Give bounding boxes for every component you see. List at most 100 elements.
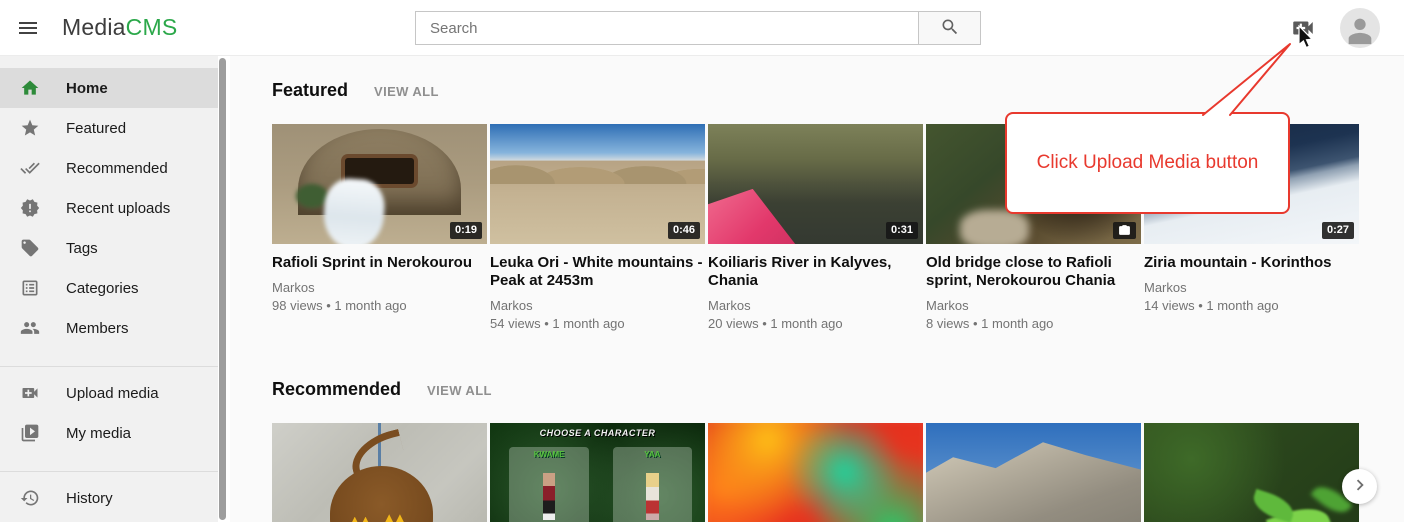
video-thumbnail[interactable] bbox=[272, 423, 487, 522]
recommended-row: CHOOSE A CHARACTER KWAME YAA Selected Se… bbox=[272, 423, 1404, 522]
view-all-link[interactable]: VIEW ALL bbox=[427, 383, 492, 398]
sidebar-item-label: Tags bbox=[66, 240, 98, 257]
video-card: 0:19 Rafioli Sprint in Nerokourou Markos… bbox=[272, 124, 487, 313]
recommended-section: Recommended VIEW ALL CHOOSE A CHARACTER … bbox=[272, 379, 1404, 522]
video-card: 0:31 Koiliaris River in Kalyves, Chania … bbox=[708, 124, 923, 331]
video-thumbnail[interactable]: CHOOSE A CHARACTER KWAME YAA Selected Se… bbox=[490, 423, 705, 522]
video-author: Markos bbox=[272, 280, 487, 295]
logo-prefix: Media bbox=[62, 14, 126, 40]
avatar[interactable] bbox=[1340, 8, 1380, 48]
thumbnail-art: KWAME bbox=[509, 447, 589, 522]
video-title[interactable]: Koiliaris River in Kalyves, Chania bbox=[708, 254, 923, 290]
sidebar-nav: Home Featured Recommended Recent uploads… bbox=[0, 56, 218, 522]
video-title[interactable]: Leuka Ori - White mountains - Peak at 24… bbox=[490, 254, 705, 290]
search-form bbox=[415, 11, 981, 45]
thumbnail-text: YAA bbox=[613, 450, 693, 459]
annotation-text: Click Upload Media button bbox=[1037, 152, 1259, 174]
sidebar-item-my-media[interactable]: My media bbox=[0, 413, 218, 453]
video-title[interactable]: Ziria mountain - Korinthos bbox=[1144, 254, 1359, 272]
sidebar-item-label: History bbox=[66, 490, 113, 507]
video-card bbox=[926, 423, 1141, 522]
sidebar-item-label: Members bbox=[66, 320, 129, 337]
sidebar-scrollbar[interactable] bbox=[219, 58, 226, 520]
menu-icon bbox=[16, 28, 40, 43]
video-call-upload-icon bbox=[1290, 29, 1316, 44]
search-icon bbox=[940, 17, 960, 40]
thumbnail-art bbox=[708, 423, 923, 522]
thumbnail-art bbox=[321, 177, 386, 244]
section-header: Recommended VIEW ALL bbox=[272, 379, 1404, 400]
thumbnail-art bbox=[646, 473, 659, 521]
thumbnail-art bbox=[960, 210, 1029, 244]
new-releases-icon bbox=[20, 198, 40, 218]
thumbnail-text: CHOOSE A CHARACTER bbox=[490, 428, 705, 438]
thumbnail-art bbox=[490, 153, 705, 184]
video-library-icon bbox=[20, 423, 40, 443]
video-author: Markos bbox=[490, 298, 705, 313]
sidebar-item-label: Categories bbox=[66, 280, 139, 297]
video-meta: 54 views • 1 month ago bbox=[490, 316, 705, 331]
sidebar-item-label: Recommended bbox=[66, 160, 168, 177]
camera-icon bbox=[1118, 224, 1131, 237]
sidebar-item-upload-media[interactable]: Upload media bbox=[0, 373, 218, 413]
section-title: Recommended bbox=[272, 379, 401, 400]
sidebar-item-featured[interactable]: Featured bbox=[0, 108, 218, 148]
video-thumbnail[interactable] bbox=[926, 423, 1141, 522]
video-meta: 20 views • 1 month ago bbox=[708, 316, 923, 331]
logo-suffix: CMS bbox=[126, 14, 178, 40]
sidebar-item-label: Upload media bbox=[66, 385, 159, 402]
annotation-tooltip: Click Upload Media button bbox=[1005, 112, 1290, 214]
sidebar-item-history[interactable]: History bbox=[0, 478, 218, 518]
history-icon bbox=[20, 488, 40, 508]
video-thumbnail[interactable]: 0:19 bbox=[272, 124, 487, 244]
sidebar-item-label: My media bbox=[66, 425, 131, 442]
video-card: 0:46 Leuka Ori - White mountains - Peak … bbox=[490, 124, 705, 331]
section-title: Featured bbox=[272, 80, 348, 101]
video-card bbox=[272, 423, 487, 522]
duration-badge: 0:46 bbox=[668, 222, 700, 239]
thumbnail-art bbox=[926, 442, 1141, 522]
thumbnail-art bbox=[543, 473, 556, 521]
sidebar-item-recommended[interactable]: Recommended bbox=[0, 148, 218, 188]
video-meta: 98 views • 1 month ago bbox=[272, 298, 487, 313]
logo[interactable]: MediaCMS bbox=[62, 14, 177, 41]
sidebar-item-categories[interactable]: Categories bbox=[0, 268, 218, 308]
video-title[interactable]: Rafioli Sprint in Nerokourou bbox=[272, 254, 487, 272]
person-avatar-icon bbox=[1343, 8, 1377, 48]
video-thumbnail[interactable]: 0:31 bbox=[708, 124, 923, 244]
video-meta: 14 views • 1 month ago bbox=[1144, 298, 1359, 313]
section-header: Featured VIEW ALL bbox=[272, 80, 1404, 101]
carousel-next-button[interactable] bbox=[1342, 469, 1377, 504]
duration-badge: 0:31 bbox=[886, 222, 918, 239]
menu-button[interactable] bbox=[14, 16, 42, 40]
view-all-link[interactable]: VIEW ALL bbox=[374, 84, 439, 99]
top-bar: MediaCMS bbox=[0, 0, 1404, 56]
video-meta: 8 views • 1 month ago bbox=[926, 316, 1141, 331]
thumbnail-art bbox=[1249, 489, 1297, 522]
video-card: CHOOSE A CHARACTER KWAME YAA Selected Se… bbox=[490, 423, 705, 522]
tag-icon bbox=[20, 238, 40, 258]
photo-badge bbox=[1113, 222, 1136, 239]
thumbnail-art bbox=[330, 466, 433, 522]
video-thumbnail[interactable] bbox=[708, 423, 923, 522]
home-icon bbox=[20, 78, 40, 98]
thumbnail-art: YAA bbox=[613, 447, 693, 522]
chevron-right-icon bbox=[1349, 474, 1371, 499]
video-thumbnail[interactable] bbox=[1144, 423, 1359, 522]
search-button[interactable] bbox=[918, 11, 981, 45]
video-author: Markos bbox=[1144, 280, 1359, 295]
search-input[interactable] bbox=[415, 11, 918, 45]
thumbnail-text: KWAME bbox=[509, 450, 589, 459]
sidebar-item-home[interactable]: Home bbox=[0, 68, 218, 108]
members-icon bbox=[20, 318, 40, 338]
video-card bbox=[1144, 423, 1359, 522]
sidebar-item-tags[interactable]: Tags bbox=[0, 228, 218, 268]
upload-media-button[interactable] bbox=[1289, 15, 1317, 41]
video-card bbox=[708, 423, 923, 522]
sidebar-item-label: Recent uploads bbox=[66, 200, 170, 217]
sidebar-item-members[interactable]: Members bbox=[0, 308, 218, 348]
video-thumbnail[interactable]: 0:46 bbox=[490, 124, 705, 244]
sidebar-item-recent-uploads[interactable]: Recent uploads bbox=[0, 188, 218, 228]
video-title[interactable]: Old bridge close to Rafioli sprint, Nero… bbox=[926, 254, 1141, 290]
video-author: Markos bbox=[926, 298, 1141, 313]
